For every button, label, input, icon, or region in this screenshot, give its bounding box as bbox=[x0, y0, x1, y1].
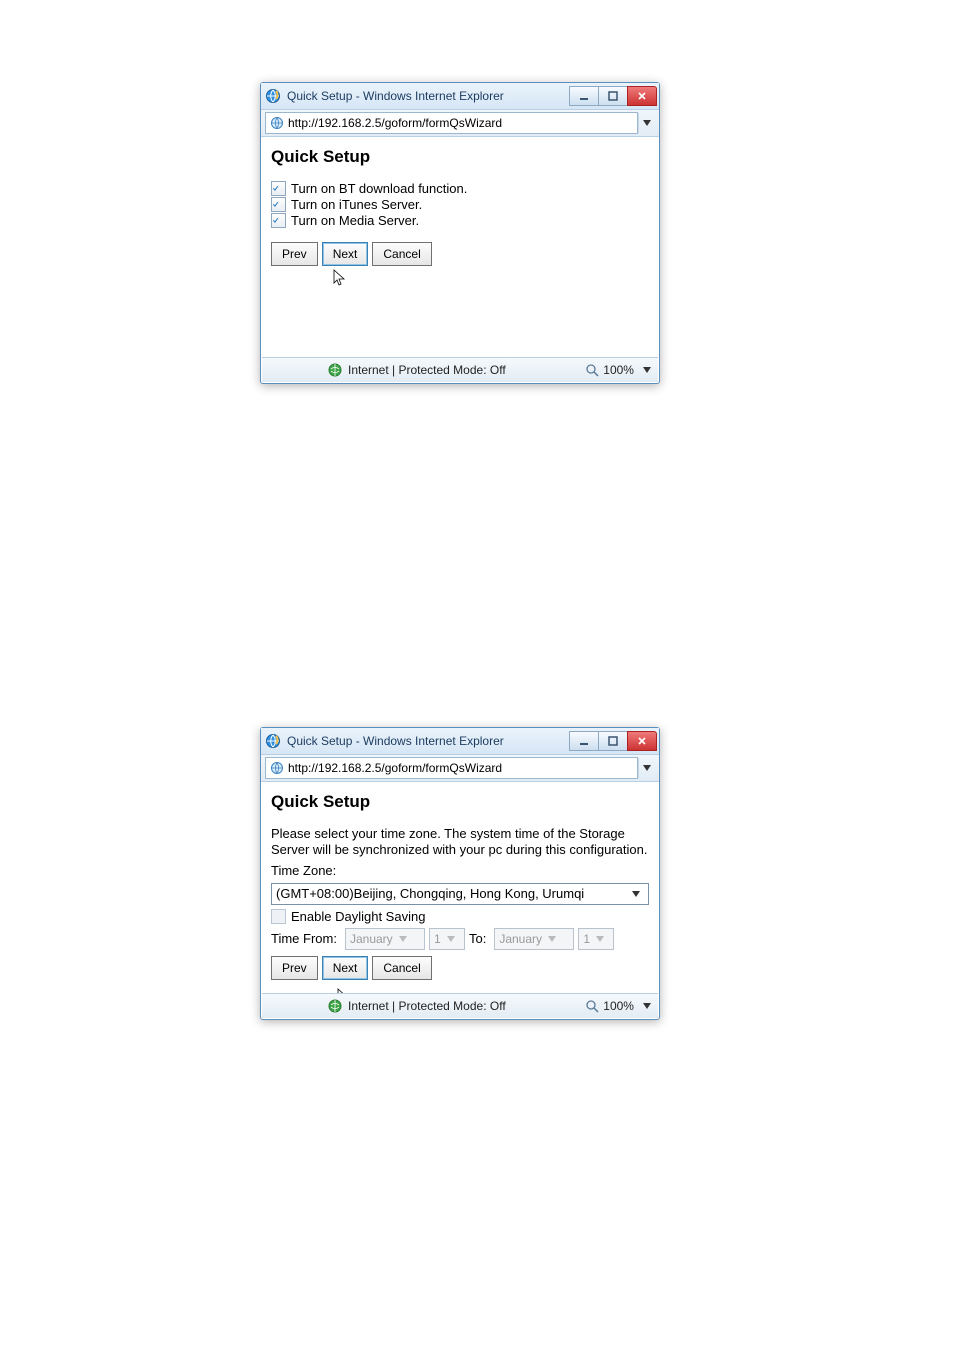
title-bar[interactable]: Quick Setup - Windows Internet Explorer bbox=[261, 83, 659, 110]
checkbox-icon[interactable] bbox=[271, 213, 286, 228]
maximize-button[interactable] bbox=[598, 731, 628, 751]
internet-zone-icon bbox=[328, 363, 342, 377]
close-button[interactable] bbox=[627, 86, 657, 106]
checkbox-icon[interactable] bbox=[271, 909, 286, 924]
url-text: http://192.168.2.5/goform/formQsWizard bbox=[288, 116, 633, 130]
next-button[interactable]: Next bbox=[322, 956, 369, 980]
page-title: Quick Setup bbox=[271, 792, 649, 812]
protected-mode-text: Internet | Protected Mode: Off bbox=[348, 363, 506, 377]
option-media[interactable]: Turn on Media Server. bbox=[271, 213, 649, 228]
close-button[interactable] bbox=[627, 731, 657, 751]
content-area: Quick Setup Please select your time zone… bbox=[261, 782, 659, 986]
address-dropdown[interactable] bbox=[638, 758, 655, 778]
page-icon bbox=[270, 116, 284, 130]
option-itunes[interactable]: Turn on iTunes Server. bbox=[271, 197, 649, 212]
status-bar: Internet | Protected Mode: Off 100% bbox=[262, 357, 658, 382]
zoom-level[interactable]: 100% bbox=[603, 999, 634, 1013]
minimize-button[interactable] bbox=[569, 86, 599, 106]
internet-zone-icon bbox=[328, 999, 342, 1013]
option-label: Turn on iTunes Server. bbox=[291, 197, 422, 212]
status-bar: Internet | Protected Mode: Off 100% bbox=[262, 993, 658, 1018]
ie-window-1: Quick Setup - Windows Internet Explorer … bbox=[260, 82, 660, 384]
protected-mode-text: Internet | Protected Mode: Off bbox=[348, 999, 506, 1013]
to-month-select[interactable]: January bbox=[494, 928, 574, 950]
checkbox-icon[interactable] bbox=[271, 181, 286, 196]
title-bar[interactable]: Quick Setup - Windows Internet Explorer bbox=[261, 728, 659, 755]
minimize-button[interactable] bbox=[569, 731, 599, 751]
option-label: Turn on BT download function. bbox=[291, 181, 467, 196]
address-input[interactable]: http://192.168.2.5/goform/formQsWizard bbox=[265, 757, 638, 779]
checkbox-icon[interactable] bbox=[271, 197, 286, 212]
zoom-level[interactable]: 100% bbox=[603, 363, 634, 377]
url-text: http://192.168.2.5/goform/formQsWizard bbox=[288, 761, 633, 775]
to-day-select[interactable]: 1 bbox=[578, 928, 614, 950]
page-title: Quick Setup bbox=[271, 147, 649, 167]
cancel-button[interactable]: Cancel bbox=[372, 956, 431, 980]
to-label: To: bbox=[469, 931, 486, 946]
timezone-label: Time Zone: bbox=[271, 863, 649, 879]
maximize-button[interactable] bbox=[598, 86, 628, 106]
window-title: Quick Setup - Windows Internet Explorer bbox=[287, 89, 570, 103]
prev-button[interactable]: Prev bbox=[271, 956, 318, 980]
content-area: Quick Setup Turn on BT download function… bbox=[261, 137, 659, 272]
timezone-select[interactable]: (GMT+08:00)Beijing, Chongqing, Hong Kong… bbox=[271, 883, 649, 905]
address-dropdown[interactable] bbox=[638, 113, 655, 133]
address-input[interactable]: http://192.168.2.5/goform/formQsWizard bbox=[265, 112, 638, 134]
cursor-icon bbox=[333, 269, 347, 290]
option-label: Enable Daylight Saving bbox=[291, 909, 425, 924]
ie-window-2: Quick Setup - Windows Internet Explorer … bbox=[260, 727, 660, 1020]
address-bar: http://192.168.2.5/goform/formQsWizard bbox=[261, 110, 659, 137]
zoom-dropdown[interactable] bbox=[642, 1003, 652, 1009]
option-bt-download[interactable]: Turn on BT download function. bbox=[271, 181, 649, 196]
prev-button[interactable]: Prev bbox=[271, 242, 318, 266]
zoom-icon[interactable] bbox=[585, 999, 599, 1013]
zoom-icon[interactable] bbox=[585, 363, 599, 377]
address-bar: http://192.168.2.5/goform/formQsWizard bbox=[261, 755, 659, 782]
time-from-label: Time From: bbox=[271, 931, 337, 946]
chevron-down-icon bbox=[628, 884, 644, 904]
ie-logo-icon bbox=[265, 88, 281, 104]
from-day-select[interactable]: 1 bbox=[429, 928, 465, 950]
ie-logo-icon bbox=[265, 733, 281, 749]
window-title: Quick Setup - Windows Internet Explorer bbox=[287, 734, 570, 748]
cancel-button[interactable]: Cancel bbox=[372, 242, 431, 266]
page-icon bbox=[270, 761, 284, 775]
from-month-select[interactable]: January bbox=[345, 928, 425, 950]
timezone-instructions: Please select your time zone. The system… bbox=[271, 826, 649, 859]
timezone-value: (GMT+08:00)Beijing, Chongqing, Hong Kong… bbox=[276, 886, 628, 901]
option-label: Turn on Media Server. bbox=[291, 213, 419, 228]
daylight-saving-option[interactable]: Enable Daylight Saving bbox=[271, 909, 649, 924]
zoom-dropdown[interactable] bbox=[642, 367, 652, 373]
next-button[interactable]: Next bbox=[322, 242, 369, 266]
